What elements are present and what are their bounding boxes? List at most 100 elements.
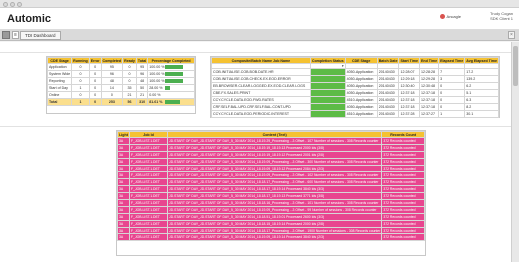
maximize-window-icon[interactable] bbox=[17, 2, 22, 7]
event-cell: JD.START OF DAY_JD.START OF DAY_5_30 MAY… bbox=[166, 185, 383, 194]
event-cell: 3A bbox=[117, 185, 130, 194]
stage-row[interactable]: Reporting 0 0 48 0 48 100.00 % bbox=[46, 77, 195, 85]
job-row[interactable]: COB.INITIALISE.COB.BOB.DATE.HR 4050-Appli… bbox=[211, 68, 499, 76]
event-cell: 3A bbox=[117, 157, 130, 166]
job-cell: 12:37:28 bbox=[398, 110, 420, 118]
event-row[interactable]: 3A F_JOB.LIST.1.DET JD.START OF DAY_JD.STA… bbox=[117, 137, 425, 145]
event-cell: JD.START OF DAY_JD.START OF DAY_5_30 MAY… bbox=[166, 150, 383, 159]
event-cell: 3A bbox=[117, 233, 130, 242]
job-cell: 0 bbox=[438, 103, 466, 111]
tab-menu-icon[interactable]: ≡ bbox=[12, 31, 19, 39]
event-row[interactable]: 3A F_JOB.LIST.1.DET JD.START OF DAY_JD.STA… bbox=[117, 150, 425, 159]
event-cell: 3A bbox=[117, 192, 130, 201]
stage-cell-pct: 100.00 % bbox=[147, 70, 195, 78]
user-status-icon bbox=[439, 14, 445, 19]
stage-row[interactable]: System Wide 0 0 96 0 96 100.00 % bbox=[46, 70, 195, 78]
stage-row[interactable]: Online 0 0 0 21 21 0.00 % bbox=[46, 91, 195, 99]
stage-row[interactable]: Start of Day 1 0 14 35 50 28.00 % bbox=[46, 84, 195, 92]
stage-cell-running: 0 bbox=[71, 91, 90, 99]
event-cell: 372 Records counted bbox=[381, 185, 425, 194]
event-row[interactable]: 3A F_JOB.LIST.1.DET JD.START OF DAY_JD.STA… bbox=[117, 233, 425, 242]
pct-label: 100.00 % bbox=[149, 64, 165, 69]
close-window-icon[interactable] bbox=[3, 2, 8, 7]
job-cell: 20140430 bbox=[376, 68, 400, 76]
event-row[interactable]: 3A F_JOB.LIST.1.DET JD.START OF DAY_JD.STA… bbox=[117, 171, 425, 180]
stage-cell-pct: 100.00 % bbox=[147, 63, 195, 71]
stage-cell-ready: 0 bbox=[122, 63, 137, 71]
job-row[interactable]: CBE.FX.SALES.PRINT 4050-Application 201404… bbox=[211, 89, 499, 97]
stage-cell-error: 0 bbox=[88, 84, 102, 92]
event-row[interactable]: 3A F_JOB.LIST.1.DET JD.START OF DAY_JD.STA… bbox=[117, 185, 425, 194]
event-row[interactable]: 3A F_JOB.LIST.1.DET JD.START OF DAY_JD.STA… bbox=[117, 192, 425, 201]
stage-cell-error: 0 bbox=[88, 77, 102, 85]
event-row[interactable]: 3A F_JOB.LIST.1.DET JD.START OF DAY_JD.STA… bbox=[117, 212, 425, 221]
event-cell: JD.START OF DAY_JD.START OF DAY_5_30 MAY… bbox=[166, 137, 383, 145]
event-cell: 3A bbox=[117, 150, 130, 159]
job-cell: 12:30:40 bbox=[398, 82, 420, 90]
scrollbar-thumb[interactable] bbox=[513, 46, 518, 86]
job-row[interactable]: EB.BROWSER.CLEAR.LOGGED.EX.EOD.CLEAR.LOG… bbox=[211, 82, 499, 90]
pct-label: 0.00 % bbox=[149, 92, 161, 97]
job-cell: 8.2 bbox=[464, 103, 499, 111]
event-cell: 3A bbox=[117, 226, 130, 235]
stage-cell-completed: 253 bbox=[100, 98, 124, 106]
job-row[interactable]: CCY.CYCLE.DATA.EOD.PERIODIC.INTEREST 4510… bbox=[211, 110, 499, 118]
stage-cell-total: 95 bbox=[135, 63, 149, 71]
event-cell: 372 Records counted bbox=[381, 205, 425, 214]
stage-cell-stage: Application bbox=[46, 63, 73, 71]
event-row[interactable]: 3A F_JOB.LIST.1.DET JD.START OF DAY_JD.STA… bbox=[117, 157, 425, 166]
event-row[interactable]: 3A F_JOB.LIST.1.DET JD.START OF DAY_JD.STA… bbox=[117, 219, 425, 228]
event-row[interactable]: 3A F_JOB.LIST.1.DET JD.START OF DAY_JD.STA… bbox=[117, 178, 425, 187]
event-cell: F_JOB.LIST.1.DET bbox=[129, 199, 168, 207]
stage-cell-stage: System Wide bbox=[46, 70, 73, 78]
job-cell: 5.1 bbox=[464, 89, 499, 97]
job-row[interactable]: COB.INITIALISE.COB.CHECK.EX.EOD.ERROR 405… bbox=[211, 75, 499, 83]
job-row[interactable]: CRF.SELF.BAL.UPD.CRF.SELF.BAL.CONT.UPD 40… bbox=[211, 103, 499, 111]
app-title: Automic bbox=[7, 13, 51, 25]
job-cell: 20140430 bbox=[376, 75, 400, 83]
event-cell: JD.START OF DAY_JD.START OF DAY_5_30 MAY… bbox=[166, 205, 383, 214]
minimize-window-icon[interactable] bbox=[10, 2, 15, 7]
job-cell: 12:29:18 bbox=[398, 75, 420, 83]
event-cell: F_JOB.LIST.1.DET bbox=[129, 185, 168, 194]
job-row[interactable]: CCY.CYCLE.DATA.EOD.FWD.RATES 4510-Applica… bbox=[211, 96, 499, 104]
stage-cell-running: 0 bbox=[71, 70, 90, 78]
job-cell bbox=[309, 89, 346, 97]
job-cell: 12:28:07 bbox=[398, 68, 420, 76]
tab-tdi-dashboard[interactable]: TDI Dashboard bbox=[20, 31, 61, 40]
tab-nav-icon[interactable] bbox=[2, 31, 10, 39]
stage-row[interactable]: Total 1 0 253 56 310 81.61 % bbox=[46, 98, 195, 106]
job-cell: CRF.SELF.BAL.UPD.CRF.SELF.BAL.CONT.UPD bbox=[211, 103, 311, 111]
event-cell: F_JOB.LIST.1.DET bbox=[129, 226, 168, 235]
event-cell: F_JOB.LIST.1.DET bbox=[129, 157, 168, 166]
event-cell: 372 Records counted bbox=[381, 178, 425, 187]
event-row[interactable]: 3A F_JOB.LIST.1.DET JD.START OF DAY_JD.STA… bbox=[117, 226, 425, 235]
stage-cell-total: 50 bbox=[135, 84, 149, 92]
event-cell: JD.START OF DAY_JD.START OF DAY_5_30 MAY… bbox=[166, 212, 383, 221]
event-cell: 372 Records counted bbox=[381, 233, 425, 242]
event-cell: 372 Records counted bbox=[381, 137, 425, 145]
user-badge[interactable]: Ancagle bbox=[439, 14, 461, 19]
event-row[interactable]: 3A F_JOB.LIST.1.DET JD.START OF DAY_JD.STA… bbox=[117, 143, 425, 152]
event-cell: 372 Records counted bbox=[381, 164, 425, 173]
stage-cell-error: 0 bbox=[88, 98, 102, 106]
event-cell: F_JOB.LIST.1.DET bbox=[129, 143, 168, 152]
event-row[interactable]: 3A F_JOB.LIST.1.DET JD.START OF DAY_JD.STA… bbox=[117, 205, 425, 214]
job-cell: EB.BROWSER.CLEAR.LOGGED.EX.EOD.CLEAR.LOG… bbox=[211, 82, 311, 90]
stage-cell-completed: 96 bbox=[100, 70, 124, 78]
event-row[interactable]: 3A F_JOB.LIST.1.DET JD.START OF DAY_JD.STA… bbox=[117, 199, 425, 207]
job-cell: CCY.CYCLE.DATA.EOD.PERIODIC.INTEREST bbox=[211, 110, 311, 118]
event-cell: 372 Records counted bbox=[381, 192, 425, 201]
job-cell: 139.2 bbox=[464, 75, 499, 83]
job-cell bbox=[309, 82, 346, 90]
job-cell: 20140430 bbox=[376, 103, 400, 111]
stage-row[interactable]: Application 0 0 95 0 95 100.00 % bbox=[46, 63, 195, 71]
close-tab-icon[interactable]: × bbox=[508, 31, 515, 39]
vertical-scrollbar[interactable] bbox=[511, 42, 519, 262]
job-cell: 12:37:18 bbox=[418, 96, 440, 104]
stage-cell-pct: 81.61 % bbox=[147, 98, 195, 106]
stage-cell-stage: Reporting bbox=[46, 77, 73, 85]
job-cell bbox=[309, 96, 346, 104]
job-cell: 20140430 bbox=[376, 96, 400, 104]
event-row[interactable]: 3A F_JOB.LIST.1.DET JD.START OF DAY_JD.STA… bbox=[117, 164, 425, 173]
